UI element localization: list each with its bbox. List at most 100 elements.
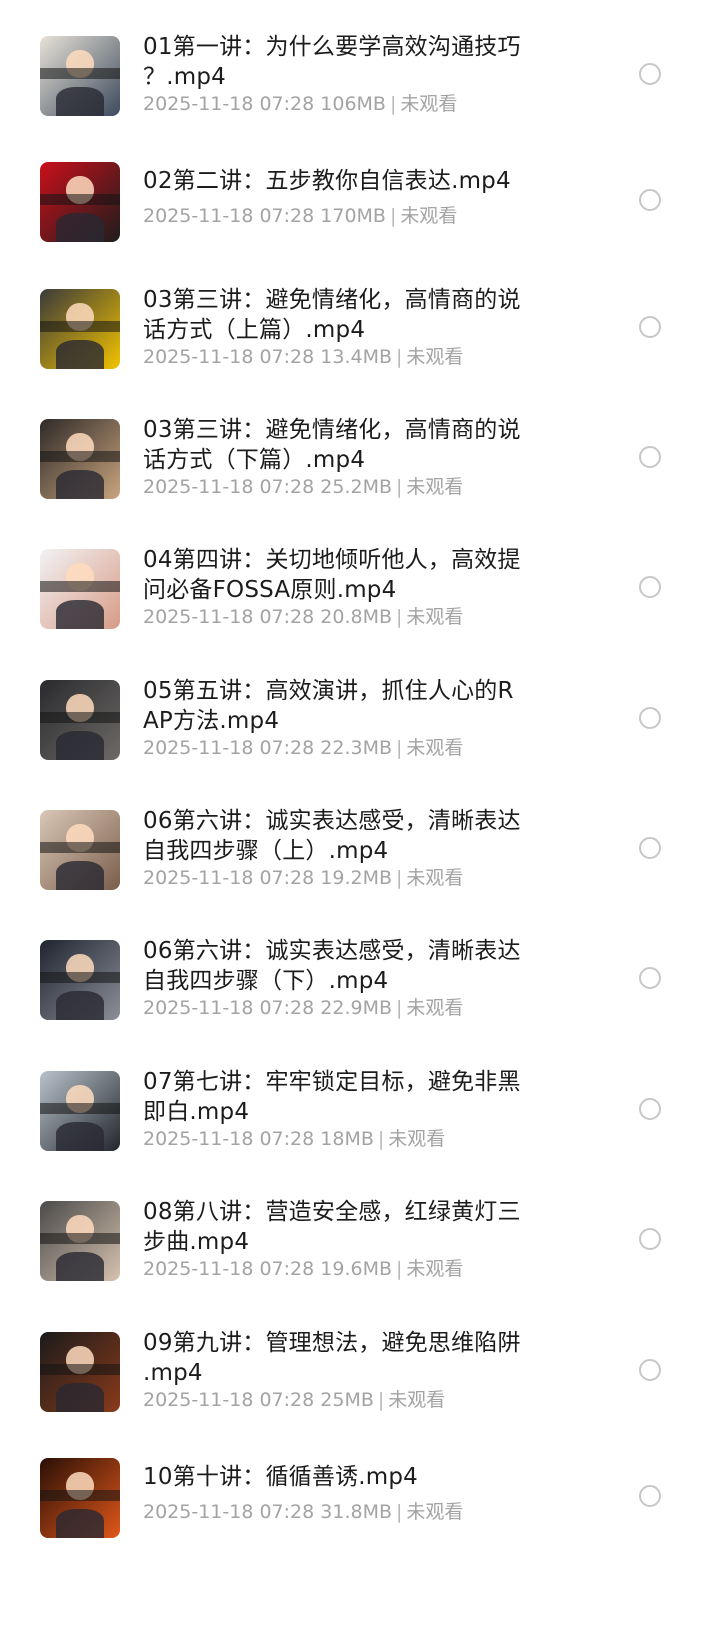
file-date: 2025-11-18 07:28 [143, 606, 315, 628]
video-file-row[interactable]: 09第九讲：管理想法，避免思维陷阱 .mp4 2025-11-18 07:28 25… [0, 1330, 716, 1452]
file-size: 170MB [320, 205, 386, 227]
select-radio[interactable] [639, 189, 661, 211]
file-name-line: .mp4 [143, 1360, 203, 1386]
file-meta: 2025-11-18 07:28 31.8MB | 未观看 [143, 1498, 463, 1526]
thumbnail-person-body [56, 731, 104, 760]
meta-separator: | [396, 606, 403, 628]
video-file-row[interactable]: 03第三讲：避免情绪化，高情商的说 话方式（下篇）.mp4 2025-11-18 0… [0, 417, 716, 539]
file-name-line: 05第五讲：高效演讲，抓住人心的R [143, 678, 514, 704]
video-file-row[interactable]: 03第三讲：避免情绪化，高情商的说 话方式（上篇）.mp4 2025-11-18 0… [0, 287, 716, 409]
file-name-line: 话方式（下篇）.mp4 [143, 447, 366, 473]
file-name-line: 01第一讲：为什么要学高效沟通技巧 [143, 34, 521, 60]
thumbnail-caption-band [40, 1364, 120, 1376]
file-meta: 2025-11-18 07:28 18MB | 未观看 [143, 1125, 445, 1153]
meta-separator: | [396, 476, 403, 498]
video-thumbnail [40, 549, 120, 629]
file-date: 2025-11-18 07:28 [143, 867, 315, 889]
select-radio[interactable] [639, 316, 661, 338]
select-radio[interactable] [639, 1359, 661, 1381]
select-radio[interactable] [639, 576, 661, 598]
file-name: 05第五讲：高效演讲，抓住人心的R AP方法.mp4 [143, 676, 573, 736]
thumbnail-caption-band [40, 712, 120, 724]
video-thumbnail [40, 680, 120, 760]
file-meta: 2025-11-18 07:28 25.2MB | 未观看 [143, 473, 463, 501]
file-name-line: AP方法.mp4 [143, 708, 280, 734]
file-date: 2025-11-18 07:28 [143, 205, 315, 227]
file-name-line: 问必备FOSSA原则.mp4 [143, 577, 397, 603]
file-date: 2025-11-18 07:28 [143, 1128, 315, 1150]
file-name-line: 话方式（上篇）.mp4 [143, 317, 366, 343]
file-name: 09第九讲：管理想法，避免思维陷阱 .mp4 [143, 1328, 573, 1388]
video-file-row[interactable]: 02第二讲：五步教你自信表达.mp4 2025-11-18 07:28 170MB… [0, 162, 716, 282]
file-name: 04第四讲：关切地倾听他人，高效提 问必备FOSSA原则.mp4 [143, 545, 573, 605]
video-file-row[interactable]: 07第七讲：牢牢锁定目标，避免非黑 即白.mp4 2025-11-18 07:28 … [0, 1069, 716, 1191]
select-radio[interactable] [639, 1098, 661, 1120]
file-meta: 2025-11-18 07:28 170MB | 未观看 [143, 202, 457, 230]
file-date: 2025-11-18 07:28 [143, 346, 315, 368]
file-date: 2025-11-18 07:28 [143, 737, 315, 759]
file-size: 19.2MB [320, 867, 392, 889]
file-meta: 2025-11-18 07:28 22.9MB | 未观看 [143, 994, 463, 1022]
meta-separator: | [396, 346, 403, 368]
meta-separator: | [396, 1258, 403, 1280]
select-radio[interactable] [639, 837, 661, 859]
thumbnail-person-body [56, 340, 104, 369]
file-meta: 2025-11-18 07:28 22.3MB | 未观看 [143, 734, 463, 762]
video-file-row[interactable]: 06第六讲：诚实表达感受，清晰表达 自我四步骤（上）.mp4 2025-11-18 … [0, 808, 716, 930]
thumbnail-caption-band [40, 1103, 120, 1115]
thumbnail-person-body [56, 991, 104, 1020]
thumbnail-person-body [56, 1509, 104, 1538]
watch-status: 未观看 [400, 93, 458, 115]
file-meta: 2025-11-18 07:28 25MB | 未观看 [143, 1386, 445, 1414]
file-name-line: 10第十讲：循循善诱.mp4 [143, 1464, 419, 1490]
video-thumbnail [40, 940, 120, 1020]
file-name-line: 步曲.mp4 [143, 1229, 250, 1255]
select-radio[interactable] [639, 967, 661, 989]
file-size: 19.6MB [320, 1258, 392, 1280]
video-thumbnail [40, 162, 120, 242]
meta-separator: | [396, 867, 403, 889]
thumbnail-person-body [56, 861, 104, 890]
file-name: 06第六讲：诚实表达感受，清晰表达 自我四步骤（上）.mp4 [143, 806, 573, 866]
select-radio[interactable] [639, 63, 661, 85]
file-size: 25.2MB [320, 476, 392, 498]
file-name-line: 08第八讲：营造安全感，红绿黄灯三 [143, 1199, 521, 1225]
file-size: 25MB [320, 1389, 374, 1411]
video-file-row[interactable]: 10第十讲：循循善诱.mp4 2025-11-18 07:28 31.8MB | 未观… [0, 1458, 716, 1578]
select-radio[interactable] [639, 1485, 661, 1507]
video-thumbnail [40, 1458, 120, 1538]
video-file-row[interactable]: 08第八讲：营造安全感，红绿黄灯三 步曲.mp4 2025-11-18 07:28 … [0, 1199, 716, 1321]
thumbnail-caption-band [40, 842, 120, 854]
meta-separator: | [377, 1389, 385, 1411]
video-file-list: 01第一讲：为什么要学高效沟通技巧 ？.mp4 2025-11-18 07:28 1… [0, 0, 716, 1634]
file-name: 01第一讲：为什么要学高效沟通技巧 ？.mp4 [143, 32, 573, 92]
file-name-line: 03第三讲：避免情绪化，高情商的说 [143, 287, 521, 313]
watch-status: 未观看 [406, 606, 464, 628]
video-thumbnail [40, 289, 120, 369]
thumbnail-caption-band [40, 972, 120, 984]
thumbnail-person-body [56, 87, 104, 116]
file-meta: 2025-11-18 07:28 20.8MB | 未观看 [143, 603, 463, 631]
file-name-line: 03第三讲：避免情绪化，高情商的说 [143, 417, 521, 443]
file-name: 08第八讲：营造安全感，红绿黄灯三 步曲.mp4 [143, 1197, 573, 1257]
select-radio[interactable] [639, 1228, 661, 1250]
file-size: 22.9MB [320, 997, 392, 1019]
select-radio[interactable] [639, 707, 661, 729]
video-file-row[interactable]: 04第四讲：关切地倾听他人，高效提 问必备FOSSA原则.mp4 2025-11-1… [0, 547, 716, 669]
file-name: 03第三讲：避免情绪化，高情商的说 话方式（下篇）.mp4 [143, 415, 573, 475]
video-file-row[interactable]: 05第五讲：高效演讲，抓住人心的R AP方法.mp4 2025-11-18 07:2… [0, 678, 716, 800]
video-file-row[interactable]: 06第六讲：诚实表达感受，清晰表达 自我四步骤（下）.mp4 2025-11-18 … [0, 938, 716, 1060]
thumbnail-person-body [56, 470, 104, 499]
file-date: 2025-11-18 07:28 [143, 476, 315, 498]
video-thumbnail [40, 1332, 120, 1412]
select-radio[interactable] [639, 446, 661, 468]
file-size: 20.8MB [320, 606, 392, 628]
thumbnail-caption-band [40, 1233, 120, 1245]
file-size: 13.4MB [320, 346, 392, 368]
file-name-line: 06第六讲：诚实表达感受，清晰表达 [143, 938, 521, 964]
file-name: 07第七讲：牢牢锁定目标，避免非黑 即白.mp4 [143, 1067, 573, 1127]
file-name-line: 自我四步骤（上）.mp4 [143, 838, 389, 864]
thumbnail-person-body [56, 600, 104, 629]
video-file-row[interactable]: 01第一讲：为什么要学高效沟通技巧 ？.mp4 2025-11-18 07:28 1… [0, 34, 716, 156]
file-name-line: 02第二讲：五步教你自信表达.mp4 [143, 168, 511, 194]
